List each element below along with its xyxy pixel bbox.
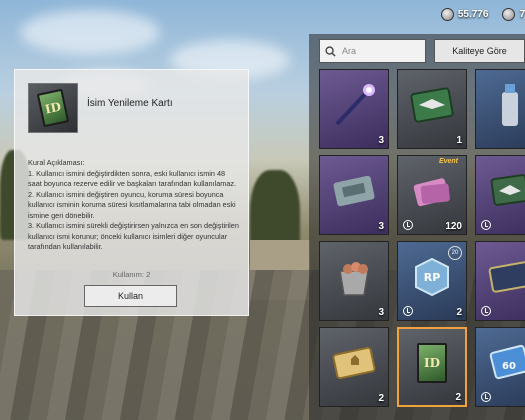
item-info-panel: ID İsim Yenileme Kartı Kural Açıklaması:… — [14, 69, 249, 316]
search-icon — [325, 45, 336, 57]
event-tag: Event — [438, 158, 458, 165]
item-quantity: 120 — [445, 221, 462, 232]
rename-card-icon: ID — [417, 343, 447, 384]
coin-icon — [502, 8, 516, 21]
sort-by-quality-button[interactable]: Kaliteye Göre — [434, 39, 525, 63]
item-quantity: 3 — [378, 221, 384, 232]
inventory-slot-ticket[interactable]: 3 — [319, 155, 389, 235]
svg-text:RP: RP — [424, 271, 441, 284]
purple-card-icon — [490, 174, 525, 206]
search-placeholder: Ara — [342, 46, 357, 56]
inventory-slot-gold-ticket[interactable]: 2 — [319, 327, 389, 407]
rule-1: 1. Kullanıcı ismini değiştirdikten sonra… — [28, 168, 237, 189]
item-quantity: 2 — [378, 393, 384, 404]
gold-ticket-icon — [332, 346, 376, 380]
rules-text: Kural Açıklaması: 1. Kullanıcı ismini de… — [28, 158, 240, 253]
item-quantity: 3 — [378, 307, 384, 318]
rp-ticket-icon — [488, 261, 525, 293]
timer-icon — [481, 392, 491, 402]
ticket-icon — [333, 175, 375, 207]
inventory-slot-magic-wand[interactable]: 3 — [319, 69, 389, 149]
currency-display-2: 7 — [502, 8, 525, 21]
inventory-slot-rename-card[interactable]: ID 2 — [397, 327, 467, 407]
wings-card-icon — [410, 87, 454, 123]
inventory-grid: 3 1 3 Event 120 3 20 RP 2 2 ID 2 60 — [319, 69, 525, 407]
inventory-slot-blue-card[interactable]: 60 — [475, 327, 525, 407]
inventory-panel: Ara Kaliteye Göre 3 1 3 Event 120 3 20 R… — [309, 34, 525, 420]
timer-icon — [403, 306, 413, 316]
inventory-slot-rp-card[interactable]: 20 RP 2 — [397, 241, 467, 321]
coin-icon — [440, 8, 454, 21]
item-thumbnail: ID — [28, 83, 78, 133]
currency-amount-2: 7 — [519, 9, 525, 20]
timer-icon — [481, 306, 491, 316]
magic-wand-icon — [335, 84, 375, 126]
inventory-slot-wings-card[interactable]: 1 — [397, 69, 467, 149]
item-quantity: 2 — [455, 392, 461, 403]
bucket-icon — [339, 262, 369, 296]
currency-display-1: 55.776 — [440, 8, 489, 21]
rule-3: 3. Kullanıcı ismini sürekli değiştirirse… — [28, 221, 239, 251]
inventory-slot-event-coupon[interactable]: Event 120 — [397, 155, 467, 235]
rules-heading: Kural Açıklaması: — [28, 158, 85, 167]
timer-icon — [403, 220, 413, 230]
search-input[interactable]: Ara — [319, 39, 426, 63]
rp-card-icon: RP — [415, 257, 449, 297]
inventory-slot-purple-card[interactable] — [475, 155, 525, 235]
event-coupon-icon — [413, 178, 450, 207]
usage-count: Kullanım: 2 — [112, 270, 151, 279]
currency-amount-1: 55.776 — [457, 9, 489, 20]
spray-can-icon — [502, 84, 518, 127]
inventory-slot-rp-ticket[interactable] — [475, 241, 525, 321]
item-quantity: 1 — [456, 135, 462, 146]
item-title: İsim Yenileme Kartı — [87, 98, 173, 109]
inventory-slot-spray-can[interactable] — [475, 69, 525, 149]
use-button[interactable]: Kullan — [84, 285, 177, 307]
item-quantity: 2 — [456, 307, 462, 318]
timer-icon — [481, 220, 491, 230]
inventory-slot-bucket[interactable]: 3 — [319, 241, 389, 321]
top-bar: 55.776 7 — [440, 8, 525, 21]
rule-2: 2. Kullanıcı ismini değiştiren oyuncu, k… — [28, 189, 236, 220]
blue-card-icon: 60 — [489, 345, 525, 380]
rename-card-icon: ID — [36, 88, 70, 128]
svg-text:60: 60 — [502, 361, 516, 372]
item-quantity: 3 — [378, 135, 384, 146]
